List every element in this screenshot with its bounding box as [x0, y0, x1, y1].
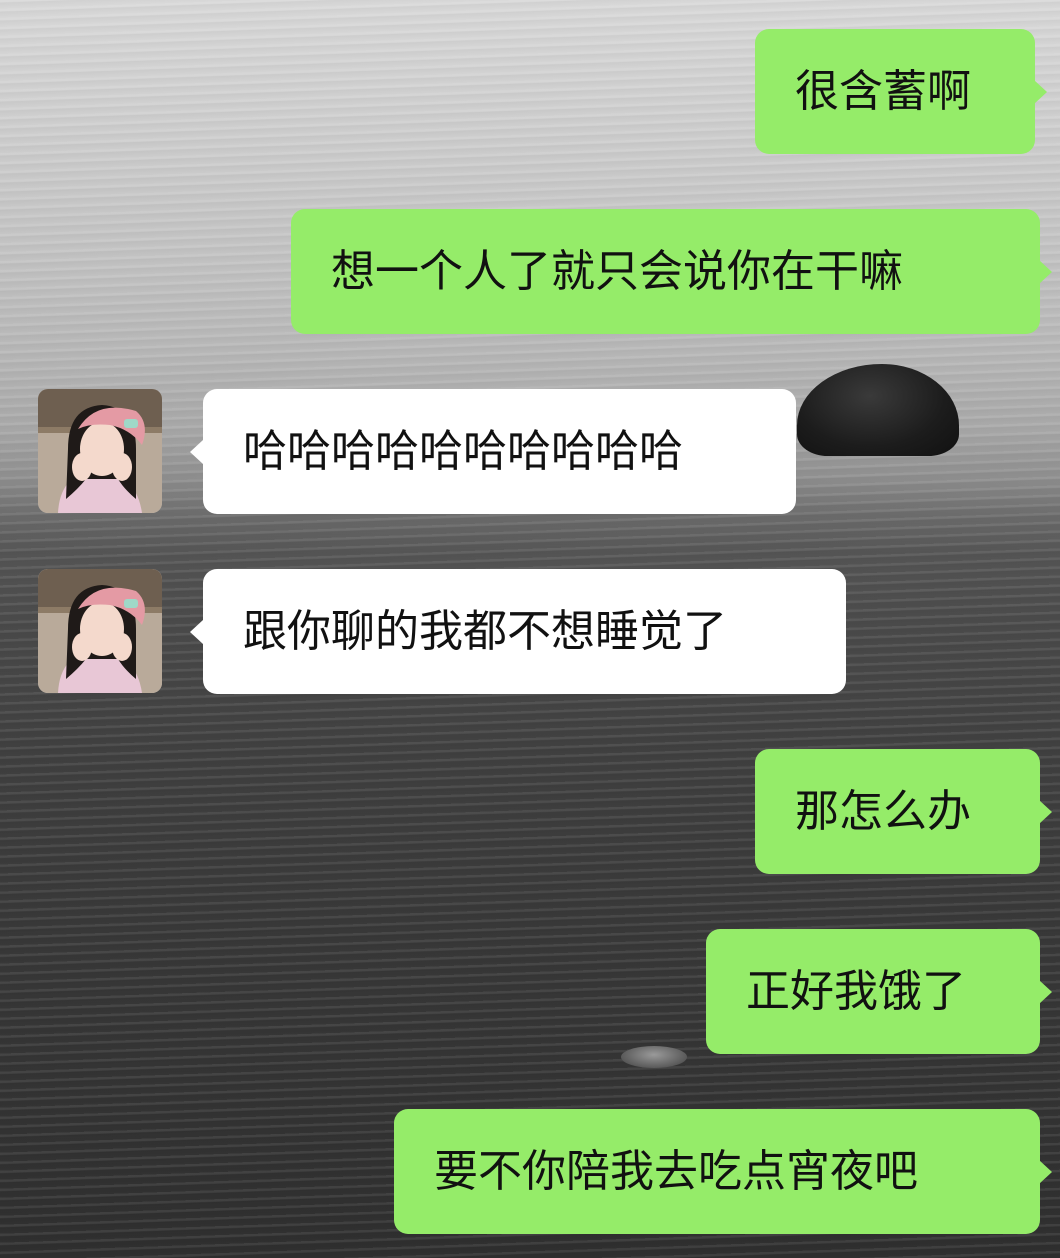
avatar[interactable] — [38, 389, 162, 513]
message-bubble-received[interactable]: 哈哈哈哈哈哈哈哈哈哈 — [190, 389, 796, 514]
message-text: 跟你聊的我都不想睡觉了 — [243, 605, 727, 657]
message-bubble-sent[interactable]: 很含蓄啊 — [755, 29, 1047, 154]
message-text: 要不你陪我去吃点宵夜吧 — [434, 1145, 918, 1197]
message-bubble-sent[interactable]: 要不你陪我去吃点宵夜吧 — [394, 1109, 1052, 1234]
message-bubble-sent[interactable]: 那怎么办 — [755, 749, 1052, 874]
pebble-decoration — [621, 1046, 687, 1068]
avatar[interactable] — [38, 569, 162, 693]
message-bubble-sent[interactable]: 想一个人了就只会说你在干嘛 — [291, 209, 1052, 334]
avatar-icon — [38, 389, 162, 513]
message-text: 那怎么办 — [795, 785, 971, 837]
message-text: 很含蓄啊 — [795, 65, 971, 117]
message-bubble-sent[interactable]: 正好我饿了 — [706, 929, 1052, 1054]
message-text: 哈哈哈哈哈哈哈哈哈哈 — [243, 425, 683, 477]
message-text: 想一个人了就只会说你在干嘛 — [331, 245, 903, 297]
message-text: 正好我饿了 — [746, 965, 966, 1017]
message-bubble-received[interactable]: 跟你聊的我都不想睡觉了 — [190, 569, 846, 694]
avatar-icon — [38, 569, 162, 693]
rock-decoration — [797, 364, 959, 456]
